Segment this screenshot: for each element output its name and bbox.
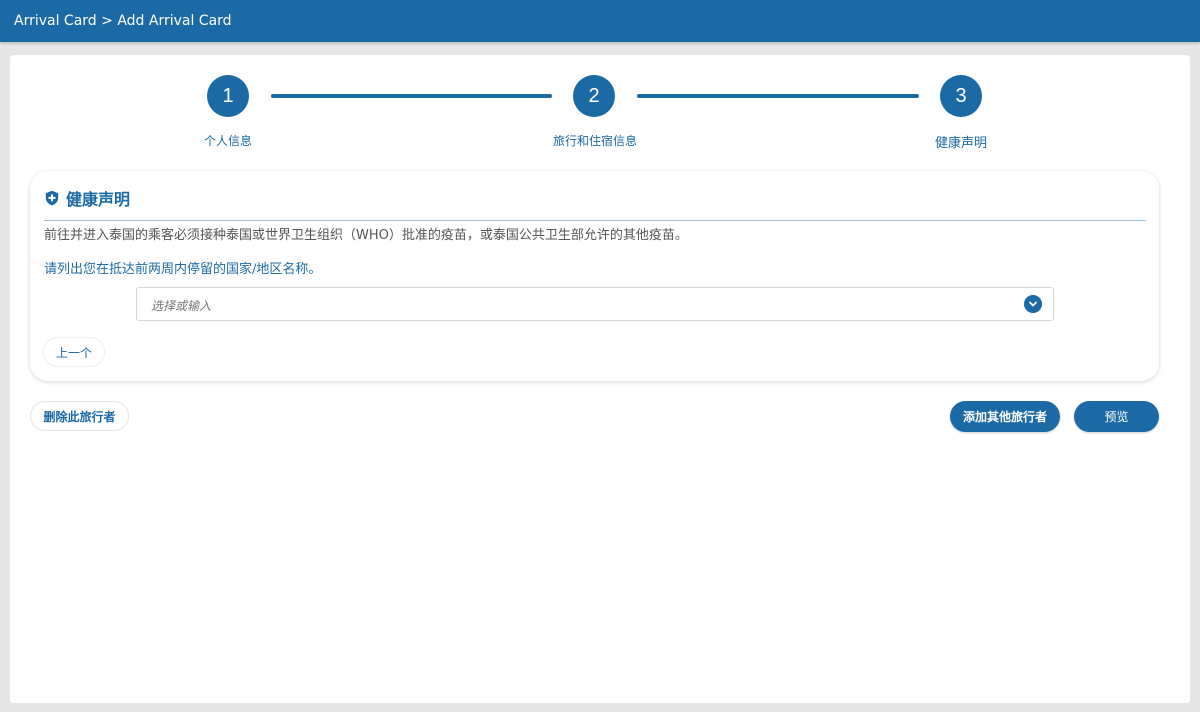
countries-question: 请列出您在抵达前两周内停留的国家/地区名称。 [44, 262, 322, 277]
main-panel: 1 2 3 个人信息 旅行和住宿信息 健康声明 健康声明 前往并进入泰国的乘客必… [10, 55, 1190, 703]
select-placeholder: 选择或输入 [151, 299, 212, 313]
add-traveler-button[interactable]: 添加其他旅行者 [950, 401, 1060, 432]
health-declaration-card: 健康声明 前往并进入泰国的乘客必须接种泰国或世界卫生组织（WHO）批准的疫苗，或… [30, 171, 1159, 381]
step-1-circle[interactable]: 1 [207, 75, 249, 117]
chevron-down-icon[interactable] [1024, 295, 1042, 313]
previous-button[interactable]: 上一个 [43, 337, 105, 367]
step-1-label: 个人信息 [203, 134, 252, 148]
step-2-label: 旅行和住宿信息 [552, 134, 637, 148]
card-title: 健康声明 [44, 186, 130, 210]
step-connector-1 [271, 94, 552, 98]
step-2-circle[interactable]: 2 [573, 75, 615, 117]
step-3-circle[interactable]: 3 [940, 75, 982, 117]
step-connector-2 [637, 94, 919, 98]
step-3-label: 健康声明 [934, 136, 987, 151]
top-bar: Arrival Card > Add Arrival Card [0, 0, 1200, 42]
card-title-text: 健康声明 [66, 190, 131, 209]
title-divider [44, 220, 1146, 221]
breadcrumb: Arrival Card > Add Arrival Card [14, 13, 232, 29]
vaccination-notice: 前往并进入泰国的乘客必须接种泰国或世界卫生组织（WHO）批准的疫苗，或泰国公共卫… [44, 228, 688, 243]
countries-select[interactable]: 选择或输入 [136, 287, 1054, 321]
delete-traveler-button[interactable]: 删除此旅行者 [30, 401, 129, 431]
shield-plus-icon [45, 190, 59, 206]
preview-button[interactable]: 预览 [1074, 401, 1159, 432]
